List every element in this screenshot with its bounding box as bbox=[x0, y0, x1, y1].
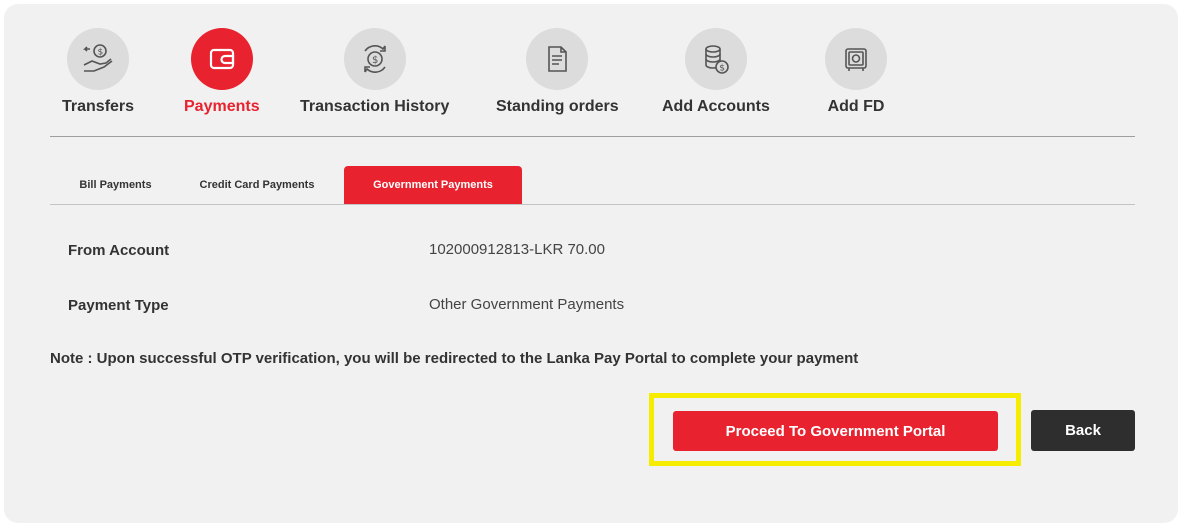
nav-item-add-fd[interactable]: Add FD bbox=[825, 28, 887, 116]
nav-label: Standing orders bbox=[496, 98, 619, 115]
nav-label: Payments bbox=[184, 98, 260, 115]
back-button[interactable]: Back bbox=[1031, 410, 1135, 451]
nav-item-transaction-history[interactable]: $ Transaction History bbox=[300, 28, 449, 116]
nav-label: Add FD bbox=[827, 98, 885, 115]
payment-subtabs: Bill Payments Credit Card Payments Gover… bbox=[50, 166, 1135, 205]
from-account-label: From Account bbox=[68, 242, 170, 259]
nav-item-standing-orders[interactable]: Standing orders bbox=[496, 28, 619, 116]
nav-label: Transaction History bbox=[300, 98, 450, 115]
document-icon bbox=[526, 28, 589, 90]
otp-redirect-note: Note : Upon successful OTP verification,… bbox=[50, 350, 859, 367]
nav-item-add-accounts[interactable]: $ Add Accounts bbox=[662, 28, 770, 116]
tab-government-payments[interactable]: Government Payments bbox=[344, 166, 522, 204]
tab-bill-payments[interactable]: Bill Payments bbox=[58, 166, 173, 204]
svg-text:$: $ bbox=[719, 64, 725, 74]
payment-type-label: Payment Type bbox=[68, 297, 169, 314]
money-transfer-icon: $ bbox=[67, 28, 130, 90]
proceed-to-government-portal-button[interactable]: Proceed To Government Portal bbox=[673, 411, 998, 451]
svg-text:$: $ bbox=[372, 55, 378, 66]
nav-label: Transfers bbox=[62, 98, 135, 115]
from-account-value: 102000912813-LKR 70.00 bbox=[429, 241, 605, 258]
nav-label: Add Accounts bbox=[662, 98, 770, 115]
tab-credit-card-payments[interactable]: Credit Card Payments bbox=[178, 166, 336, 204]
svg-text:$: $ bbox=[98, 48, 104, 58]
nav-item-transfers[interactable]: $ Transfers bbox=[62, 28, 134, 116]
wallet-icon bbox=[190, 28, 253, 90]
main-nav: $ Transfers Payments $ Transaction Histo… bbox=[50, 28, 1135, 137]
exchange-icon: $ bbox=[343, 28, 406, 90]
coins-icon: $ bbox=[684, 28, 747, 90]
safe-icon bbox=[825, 28, 887, 90]
payment-type-value: Other Government Payments bbox=[429, 296, 625, 313]
nav-item-payments[interactable]: Payments bbox=[184, 28, 260, 116]
